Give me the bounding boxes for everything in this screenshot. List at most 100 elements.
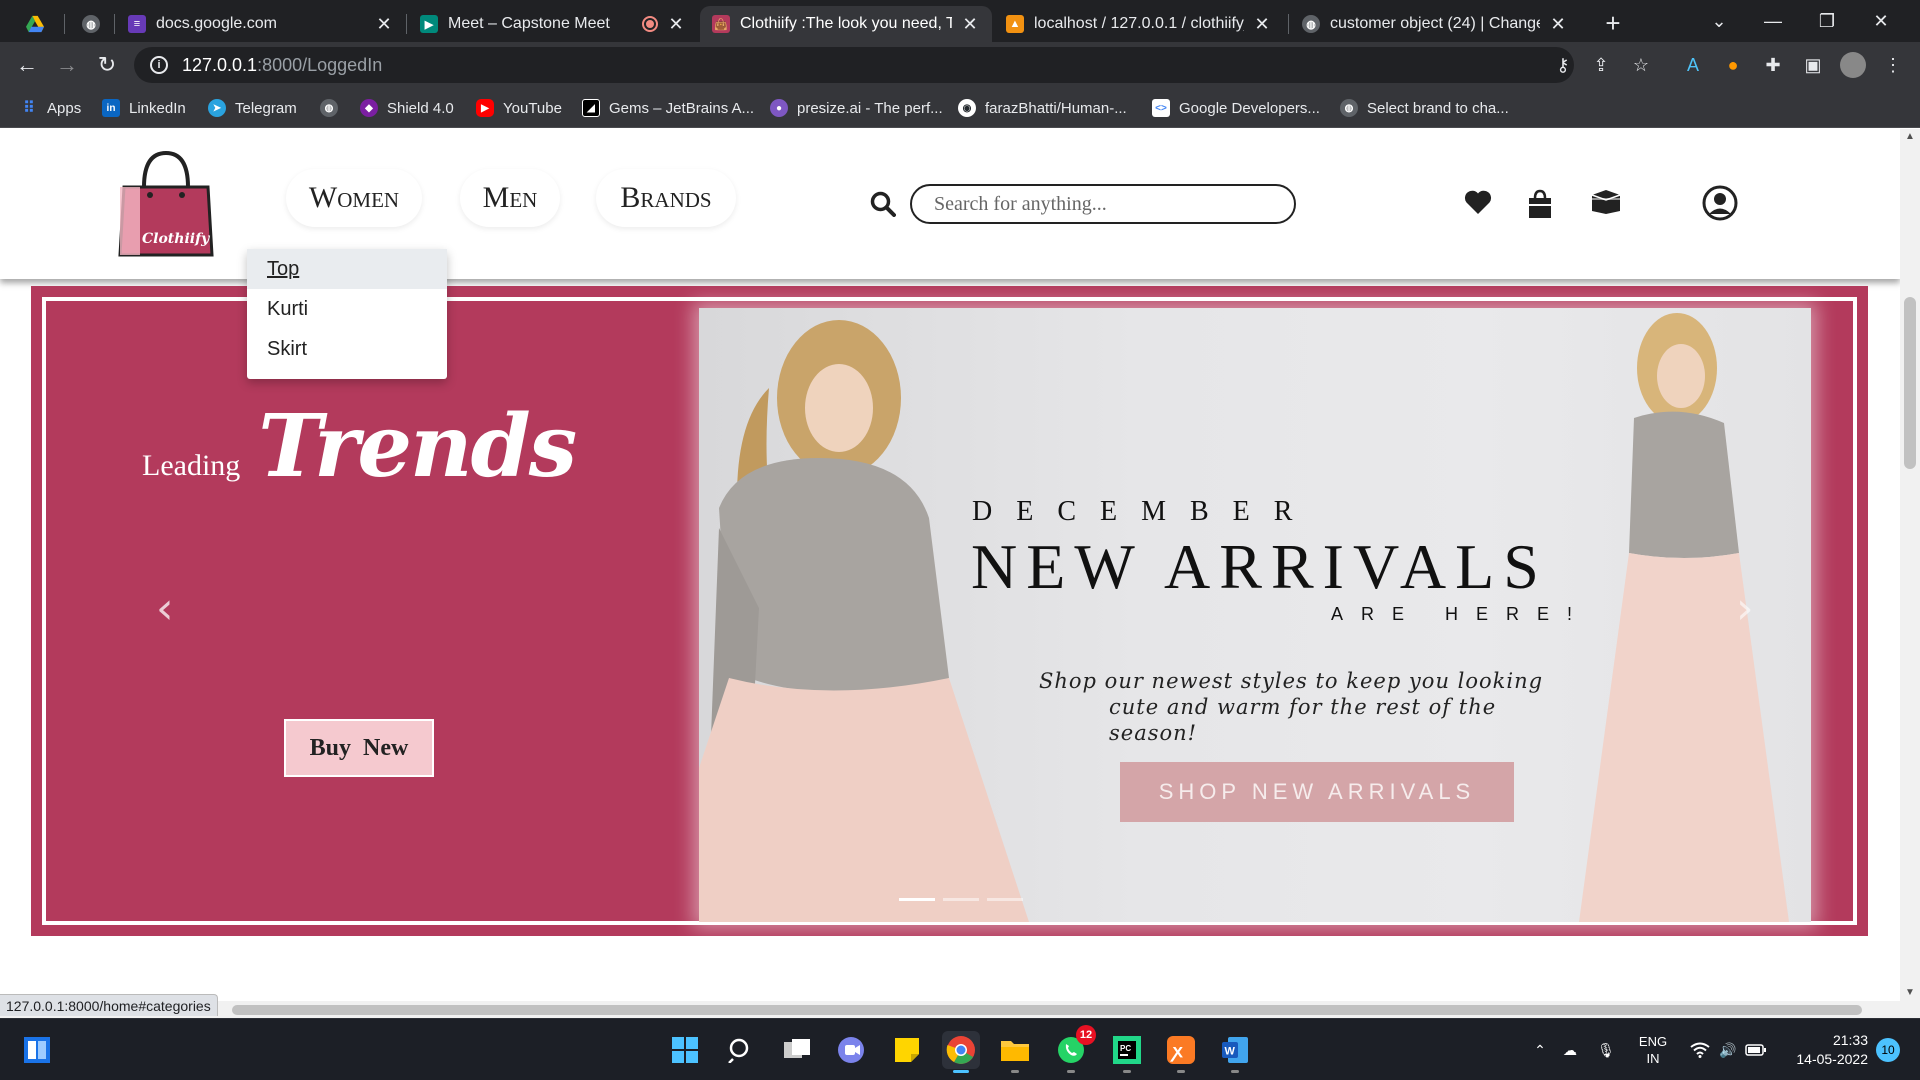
- close-icon[interactable]: ✕: [1548, 14, 1568, 35]
- file-explorer-icon[interactable]: [996, 1031, 1034, 1073]
- new-arrivals-banner[interactable]: DECEMBER NEW ARRIVALS ARE HERE! Shop our…: [699, 308, 1811, 922]
- tray-overflow-icon[interactable]: ⌃: [1528, 1019, 1552, 1080]
- wishlist-heart-icon[interactable]: [1464, 189, 1494, 219]
- url-path: :8000/LoggedIn: [257, 54, 383, 75]
- bookmark-telegram[interactable]: ➤ Telegram: [208, 96, 297, 120]
- carousel-indicator[interactable]: [943, 898, 979, 901]
- reload-button[interactable]: ↻: [92, 50, 122, 80]
- tab-google-drive[interactable]: [14, 6, 58, 42]
- bookmark-shield[interactable]: ◆ Shield 4.0: [360, 96, 454, 120]
- widgets-icon[interactable]: [18, 1031, 56, 1069]
- pycharm-icon[interactable]: PC: [1108, 1031, 1146, 1073]
- sticky-notes-icon[interactable]: [888, 1031, 926, 1069]
- chrome-menu-icon[interactable]: ⋮: [1880, 52, 1906, 78]
- dropdown-item-top[interactable]: Top: [247, 249, 447, 289]
- volume-icon[interactable]: 🔊: [1714, 1019, 1742, 1080]
- tab-google-docs[interactable]: ≡ docs.google.com ✕: [116, 6, 406, 42]
- restore-button[interactable]: ❐: [1800, 0, 1854, 42]
- dropdown-item-skirt[interactable]: Skirt: [247, 329, 447, 369]
- minimize-button[interactable]: —: [1746, 0, 1800, 42]
- clothiify-logo[interactable]: Clothiify: [116, 149, 216, 259]
- language-indicator[interactable]: ENG IN: [1628, 1019, 1678, 1080]
- tab-search-button[interactable]: ⌄: [1692, 0, 1746, 42]
- back-button[interactable]: ←: [12, 50, 42, 80]
- nav-brands[interactable]: Brands: [596, 169, 736, 227]
- tab-title: Meet – Capstone Meet: [448, 15, 610, 32]
- address-bar[interactable]: i 127.0.0.1:8000/LoggedIn: [134, 47, 1574, 83]
- tab-django-admin[interactable]: ◍ customer object (24) | Change cu ✕: [1290, 6, 1580, 42]
- bookmark-select-brand[interactable]: ◍ Select brand to cha...: [1340, 96, 1509, 120]
- clock[interactable]: 21:33 14-05-2022: [1778, 1019, 1868, 1080]
- share-icon[interactable]: ⇪: [1588, 52, 1614, 78]
- search-input[interactable]: Search for anything...: [910, 184, 1296, 224]
- close-icon[interactable]: ✕: [1252, 14, 1272, 35]
- tab-clothiify[interactable]: 👜 Clothiify :The look you need, The ✕: [700, 6, 992, 42]
- chrome-icon[interactable]: [942, 1031, 980, 1073]
- close-icon[interactable]: ✕: [666, 14, 686, 35]
- carousel-indicator[interactable]: [899, 898, 935, 901]
- search-icon[interactable]: [722, 1031, 760, 1069]
- teams-chat-icon[interactable]: [832, 1031, 870, 1069]
- horizontal-scrollbar[interactable]: [0, 1001, 1920, 1018]
- buy-new-button[interactable]: Buy New: [284, 719, 434, 777]
- hero-inner: Leading Trends ‹ Buy New DECEMBER NEW AR…: [42, 297, 1857, 925]
- banner-subheadline: ARE HERE!: [1331, 604, 1591, 624]
- google-drive-icon: [26, 15, 44, 33]
- close-window-button[interactable]: ✕: [1854, 0, 1908, 42]
- translate-extension-icon[interactable]: A: [1680, 52, 1706, 78]
- bookmark-apps[interactable]: ⠿ Apps: [20, 96, 81, 120]
- phpmyadmin-icon: ▲: [1006, 15, 1024, 33]
- tab-google-meet[interactable]: ▶ Meet – Capstone Meet ✕: [408, 6, 698, 42]
- bookmark-youtube[interactable]: ▶ YouTube: [476, 96, 562, 120]
- bookmark-google-developers[interactable]: <> Google Developers...: [1152, 96, 1320, 120]
- globe-icon: ◍: [82, 15, 100, 33]
- user-account-icon[interactable]: [1702, 185, 1738, 221]
- page-viewport: Clothiify Women Men Brands Search for an…: [0, 129, 1900, 1001]
- forward-button[interactable]: →: [52, 50, 82, 80]
- scrollbar-thumb[interactable]: [1904, 297, 1916, 469]
- carousel-indicator[interactable]: [987, 898, 1023, 901]
- nav-women[interactable]: Women: [286, 169, 422, 227]
- close-icon[interactable]: ✕: [960, 14, 980, 35]
- scroll-down-icon[interactable]: ▼: [1900, 987, 1920, 998]
- start-icon[interactable]: [666, 1031, 704, 1069]
- dropdown-item-kurti[interactable]: Kurti: [247, 289, 447, 329]
- close-icon[interactable]: ✕: [374, 14, 394, 35]
- orders-box-icon[interactable]: [1590, 189, 1621, 219]
- shop-new-arrivals-button[interactable]: SHOP NEW ARRIVALS: [1120, 762, 1514, 822]
- nav-men[interactable]: Men: [460, 169, 560, 227]
- bookmark-globe[interactable]: ◍: [320, 96, 347, 120]
- notification-center[interactable]: 10: [1874, 1019, 1902, 1080]
- task-view-icon[interactable]: [778, 1031, 816, 1069]
- word-icon[interactable]: W: [1216, 1031, 1254, 1073]
- bookmark-star-icon[interactable]: ☆: [1628, 52, 1654, 78]
- extensions-puzzle-icon[interactable]: ✚: [1760, 52, 1786, 78]
- scroll-up-icon[interactable]: ▲: [1900, 131, 1920, 142]
- microphone-icon[interactable]: 🎙: [1592, 1019, 1620, 1080]
- carousel-prev-icon[interactable]: ‹: [156, 583, 186, 634]
- apps-grid-icon: ⠿: [23, 100, 35, 117]
- shopping-bag-icon[interactable]: [1526, 189, 1556, 219]
- wifi-icon[interactable]: [1686, 1019, 1714, 1080]
- tab-globe[interactable]: ◍: [70, 6, 114, 42]
- bookmark-linkedin[interactable]: in LinkedIn: [102, 96, 186, 120]
- battery-icon[interactable]: [1742, 1019, 1770, 1080]
- new-tab-button[interactable]: +: [1598, 8, 1628, 38]
- tab-phpmyadmin[interactable]: ▲ localhost / 127.0.0.1 / clothiify_c ✕: [994, 6, 1284, 42]
- onedrive-icon[interactable]: ☁: [1556, 1019, 1584, 1080]
- profile-avatar-icon[interactable]: [1840, 52, 1866, 78]
- scrollbar-thumb[interactable]: [232, 1005, 1862, 1015]
- bookmark-jetbrains[interactable]: ◢ Gems – JetBrains A...: [582, 96, 754, 120]
- extension-icon[interactable]: ●: [1720, 52, 1746, 78]
- password-key-icon[interactable]: ⚷: [1550, 52, 1576, 78]
- site-info-icon[interactable]: i: [150, 56, 168, 74]
- bookmark-presize[interactable]: ● presize.ai - The perf...: [770, 96, 943, 120]
- whatsapp-icon[interactable]: 12: [1052, 1025, 1096, 1073]
- bookmark-github[interactable]: ◉ farazBhatti/Human-...: [958, 96, 1127, 120]
- vertical-scrollbar[interactable]: ▲ ▼: [1900, 129, 1920, 1001]
- search-icon[interactable]: [870, 191, 896, 222]
- carousel-next-icon[interactable]: ›: [1736, 583, 1766, 634]
- side-panel-icon[interactable]: ▣: [1800, 52, 1826, 78]
- xampp-icon[interactable]: ꭗ: [1162, 1031, 1200, 1073]
- clothiify-icon: 👜: [712, 15, 730, 33]
